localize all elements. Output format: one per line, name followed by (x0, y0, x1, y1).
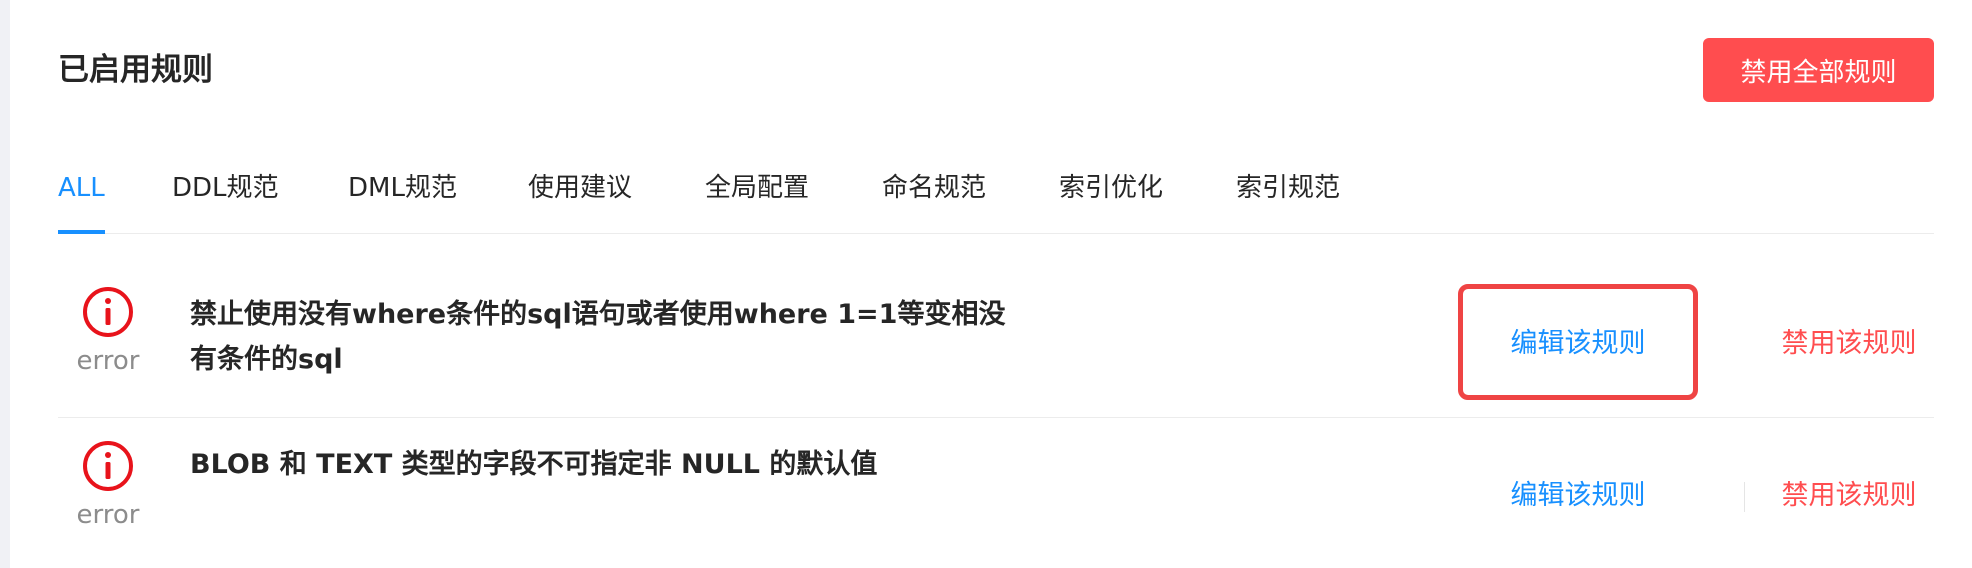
rule-type-tabs: ALL DDL规范 DML规范 使用建议 全局配置 命名规范 索引优化 索引规范 (58, 150, 1934, 234)
tab-all[interactable]: ALL (58, 170, 105, 234)
error-circle-icon (58, 440, 158, 492)
rule-description-line: BLOB 和 TEXT 类型的字段不可指定非 NULL 的默认值 (190, 449, 878, 480)
rule-level-label: error (76, 500, 140, 530)
tab-index-spec[interactable]: 索引规范 (1236, 170, 1340, 232)
tab-dml[interactable]: DML规范 (348, 170, 457, 232)
edit-rule-button[interactable]: 编辑该规则 (1458, 324, 1698, 364)
error-circle-icon (58, 286, 158, 338)
rule-description: BLOB 和 TEXT 类型的字段不可指定非 NULL 的默认值 (190, 442, 1050, 487)
rule-description-line: 有条件的sql (190, 344, 343, 375)
disable-all-rules-button[interactable]: 禁用全部规则 (1703, 38, 1934, 102)
rule-description: 禁止使用没有where条件的sql语句或者使用where 1=1等变相没 有条件… (190, 292, 1050, 382)
action-divider (1744, 482, 1745, 512)
rule-level: error (58, 286, 158, 376)
rule-level: error (58, 440, 158, 530)
disable-rule-button[interactable]: 禁用该规则 (1764, 324, 1934, 364)
tab-naming[interactable]: 命名规范 (882, 170, 986, 232)
disable-rule-button[interactable]: 禁用该规则 (1764, 476, 1934, 516)
page-left-strip (0, 0, 10, 568)
tab-ddl[interactable]: DDL规范 (172, 170, 279, 232)
page-title: 已启用规则 (58, 52, 213, 88)
rule-row: error BLOB 和 TEXT 类型的字段不可指定非 NULL 的默认值 编… (58, 418, 1934, 568)
tab-global-config[interactable]: 全局配置 (705, 170, 809, 232)
edit-rule-button[interactable]: 编辑该规则 (1458, 476, 1698, 516)
tab-usage-advice[interactable]: 使用建议 (528, 170, 632, 232)
tab-index-optimization[interactable]: 索引优化 (1059, 170, 1163, 232)
rule-level-label: error (76, 346, 140, 376)
rule-row: error 禁止使用没有where条件的sql语句或者使用where 1=1等变… (58, 234, 1934, 418)
rules-card: 已启用规则 禁用全部规则 ALL DDL规范 DML规范 使用建议 全局配置 命… (58, 0, 1934, 568)
rule-description-line: 禁止使用没有where条件的sql语句或者使用where 1=1等变相没 (190, 299, 1006, 330)
